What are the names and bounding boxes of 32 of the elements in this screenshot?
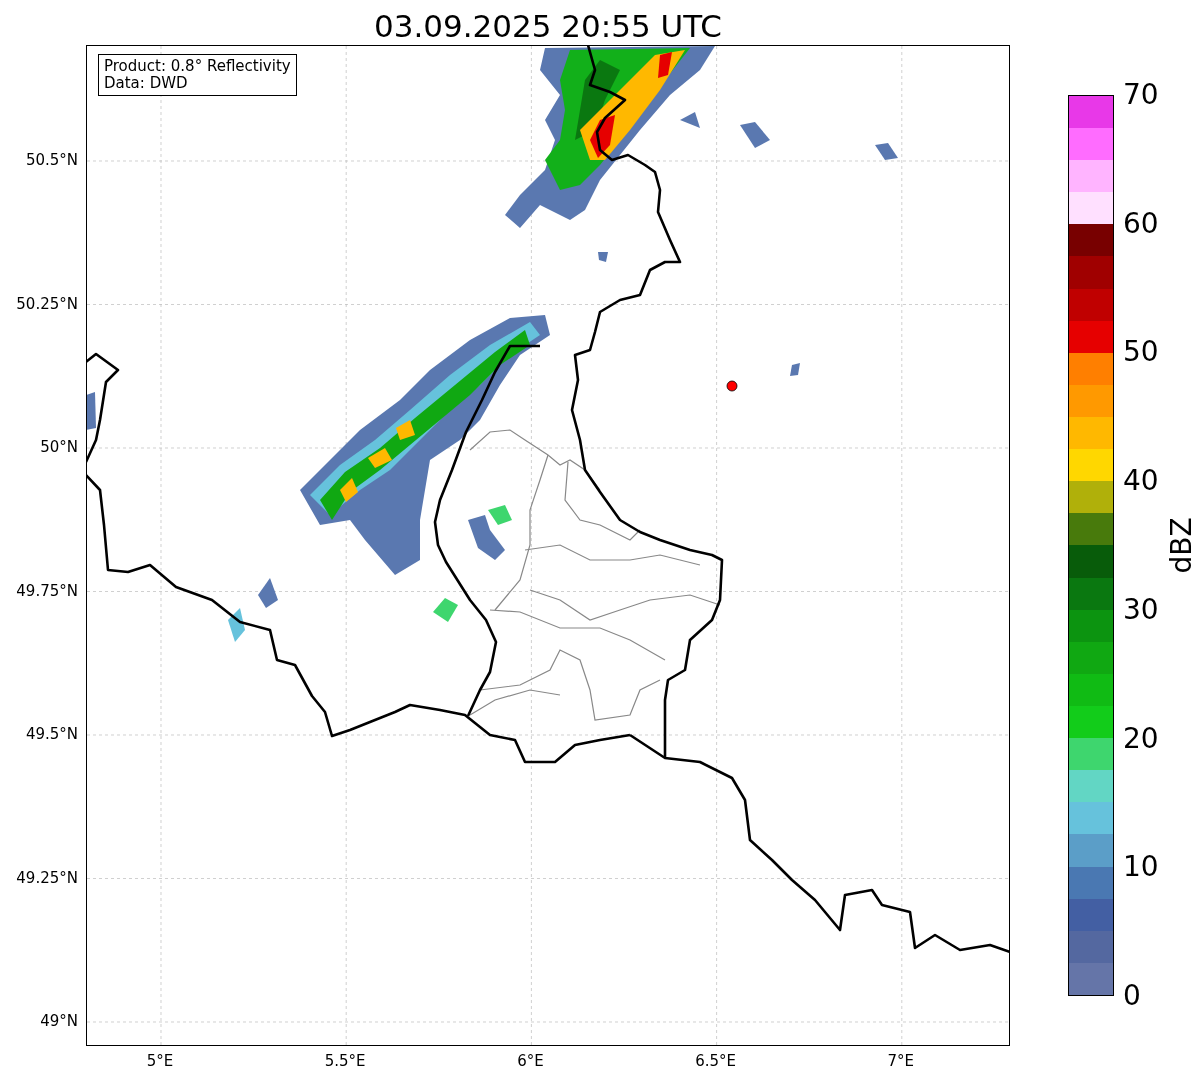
scale-label: 10	[1123, 852, 1159, 883]
unit-label: dBZ	[1164, 517, 1198, 574]
info-box: Product: 0.8° Reflectivity Data: DWD	[98, 54, 297, 96]
radar-echo	[740, 122, 770, 148]
location-marker	[726, 380, 738, 392]
longitude-label: 5°E	[146, 1052, 174, 1070]
scale-label: 60	[1123, 208, 1159, 239]
latitude-label: 49.75°N	[16, 581, 78, 600]
latitude-label: 49.25°N	[16, 868, 78, 887]
scale-label: 70	[1123, 80, 1159, 110]
radar-echo	[875, 143, 898, 160]
latitude-label: 49.5°N	[25, 725, 78, 743]
scale-label: 50	[1123, 337, 1159, 368]
scale-label: 0	[1123, 981, 1141, 1011]
longitude-label: 5.5°E	[324, 1052, 366, 1070]
radar-echo	[87, 392, 96, 430]
latitude-label: 50.25°N	[16, 294, 78, 313]
scale-label: 30	[1123, 594, 1159, 625]
radar-echo	[228, 608, 245, 642]
scale-label: 40	[1123, 466, 1159, 497]
longitude-label: 6.5°E	[695, 1052, 736, 1070]
latitude-label: 49°N	[40, 1012, 78, 1030]
latitude-label: 50°N	[40, 438, 78, 456]
longitude-label: 6°E	[517, 1052, 544, 1070]
scale-label: 20	[1123, 723, 1159, 754]
radar-echo	[790, 363, 800, 376]
longitude-label: 7°E	[887, 1052, 915, 1070]
radar-echo	[433, 598, 458, 622]
radar-echo	[258, 578, 278, 608]
chart-title: 03.09.2025 20:55 UTC	[374, 7, 722, 45]
radar-echo	[598, 252, 608, 262]
latitude-label: 50.5°N	[25, 151, 78, 169]
